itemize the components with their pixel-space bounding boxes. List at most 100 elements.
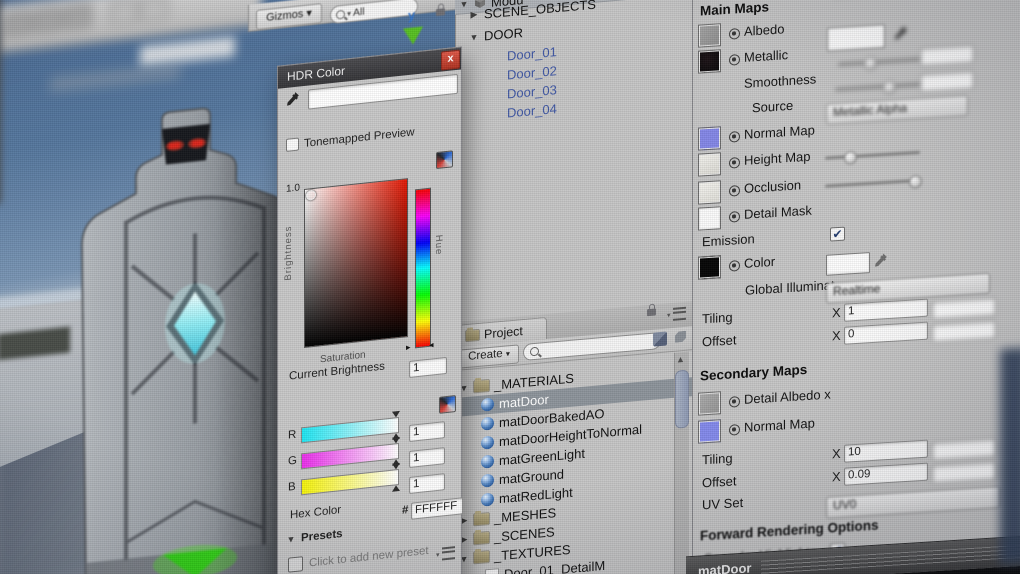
hue-marker-left-icon[interactable]: ▸ xyxy=(406,342,411,352)
tonemapped-preview-checkbox[interactable] xyxy=(286,137,299,152)
scale-tool-button[interactable] xyxy=(64,3,92,31)
secondary-offset-label: Offset xyxy=(702,473,737,491)
channel-r-field[interactable]: 1 xyxy=(409,421,445,442)
secondary-offset-x-label: X xyxy=(832,468,841,485)
inspector-panel: Main Maps Albedo Metallic Smoothness Sou… xyxy=(686,0,1020,574)
hue-axis-label: Hue xyxy=(433,234,444,256)
preview-material-title: matDoor xyxy=(698,560,752,574)
search-by-type-icon[interactable] xyxy=(653,331,667,347)
channel-g-field[interactable]: 1 xyxy=(409,447,445,468)
preset-menu-icon[interactable]: ▾ xyxy=(436,546,455,561)
panel-menu-icon[interactable]: ▾ xyxy=(667,306,686,322)
picker-marker[interactable] xyxy=(306,189,316,201)
foldout-open-icon: ▼ xyxy=(286,533,296,545)
albedo-texture-slot[interactable] xyxy=(698,23,721,48)
hdr-window-title: HDR Color xyxy=(287,63,346,84)
project-item-label: matDoor xyxy=(499,391,549,412)
hierarchy-project-column: ▼ Modu ▶ SCENE_OBJECTS ▼ DOOR Door_01 Do… xyxy=(455,0,702,574)
door-model-render xyxy=(80,98,292,574)
hue-marker-right-icon[interactable]: ◂ xyxy=(429,339,434,349)
secondary-tiling-x-label: X xyxy=(832,445,841,462)
close-icon[interactable]: x xyxy=(441,49,460,71)
hue-slider[interactable] xyxy=(415,187,431,349)
metallic-value-field[interactable] xyxy=(920,44,974,67)
project-tab-label: Project xyxy=(484,323,523,341)
offset-x-label: X xyxy=(832,327,841,344)
toolbar-button[interactable] xyxy=(110,0,138,26)
detail-mask-texture-slot[interactable] xyxy=(698,206,721,231)
scroll-up-icon[interactable]: ▲ xyxy=(676,354,685,365)
emission-label: Emission xyxy=(702,231,755,250)
rotate-tool-button[interactable] xyxy=(34,6,62,34)
folder-open-icon xyxy=(474,380,489,393)
y-axis-gizmo-cone[interactable] xyxy=(403,26,423,46)
offset-label: Offset xyxy=(702,332,737,350)
hex-color-label: Hex Color xyxy=(290,504,342,522)
brightness-max-label: 1.0 xyxy=(286,182,300,195)
folder-icon xyxy=(474,532,489,545)
unity-editor-screen: Gizmos ▾ ▾ All y HDR Color x Tonemapped … xyxy=(0,0,1020,574)
emission-checkbox[interactable]: ✔ xyxy=(830,226,845,242)
current-brightness-label: Current Brightness xyxy=(289,360,385,383)
eyedropper-icon[interactable] xyxy=(286,90,300,108)
eyedropper-icon[interactable] xyxy=(874,252,888,270)
saturation-brightness-picker[interactable] xyxy=(304,178,408,348)
smoothness-value-field[interactable] xyxy=(920,70,974,93)
axis-y-label: y xyxy=(408,7,416,24)
search-icon xyxy=(336,9,345,20)
source-label: Source xyxy=(752,97,794,116)
hdr-color-window: HDR Color x Tonemapped Preview 1.0 Brigh… xyxy=(277,46,463,574)
preset-add-icon xyxy=(288,556,303,573)
search-filter-arrow-icon: ▾ xyxy=(347,8,352,18)
occlusion-texture-slot[interactable] xyxy=(698,180,721,205)
add-preset-label: Click to add new preset xyxy=(309,544,429,569)
brightness-axis-label: Brightness xyxy=(283,225,294,282)
gizmos-label: Gizmos xyxy=(266,8,304,24)
secondary-normal-map-texture-slot[interactable] xyxy=(698,419,721,444)
presets-foldout[interactable]: ▼ Presets xyxy=(286,528,343,546)
albedo-label: Albedo xyxy=(744,21,785,39)
window-left-edge xyxy=(0,0,1,206)
lock-icon[interactable] xyxy=(647,308,656,317)
height-map-texture-slot[interactable] xyxy=(698,152,721,177)
tiling-x-label: X xyxy=(832,304,841,321)
current-brightness-field[interactable]: 1 xyxy=(409,356,447,378)
hierarchy-item-label: DOOR xyxy=(484,25,523,44)
move-tool-button[interactable] xyxy=(4,9,32,37)
texture-icon xyxy=(485,567,499,574)
create-label: Create xyxy=(468,347,503,363)
material-sphere-icon xyxy=(481,416,494,431)
add-preset-button[interactable]: Click to add new preset xyxy=(288,543,429,573)
emission-color-texture-slot[interactable] xyxy=(698,255,721,280)
metallic-label: Metallic xyxy=(744,47,789,65)
tonemapped-preview-row: Tonemapped Preview xyxy=(286,125,415,152)
hex-color-field[interactable]: FFFFFF xyxy=(411,497,463,520)
hex-prefix: # xyxy=(402,504,409,517)
scene-search-filter-label: All xyxy=(353,5,365,19)
material-sphere-icon xyxy=(481,473,494,488)
color-mode-cycle-icon[interactable] xyxy=(439,395,456,414)
color-mode-cycle-icon[interactable] xyxy=(436,150,453,170)
dropdown-arrow-icon: ▾ xyxy=(306,7,312,20)
scrollbar-thumb[interactable] xyxy=(675,369,689,429)
material-sphere-icon xyxy=(481,397,494,412)
foldout-open-icon: ▼ xyxy=(469,31,479,43)
channel-b-slider[interactable] xyxy=(301,462,400,496)
toolbar-button[interactable] xyxy=(140,0,168,23)
albedo-color-swatch[interactable] xyxy=(827,24,885,52)
emission-color-swatch[interactable] xyxy=(826,252,870,276)
detail-albedo-texture-slot[interactable] xyxy=(698,391,721,416)
channel-g-slider[interactable] xyxy=(301,436,400,470)
lock-icon[interactable] xyxy=(436,8,445,17)
material-sphere-icon xyxy=(481,435,494,450)
channel-r-slider[interactable] xyxy=(301,410,400,444)
search-icon xyxy=(530,346,539,357)
material-sphere-icon xyxy=(481,492,494,507)
normal-map-texture-slot[interactable] xyxy=(698,126,721,151)
hierarchy-item-label: Door_03 xyxy=(507,82,557,102)
metallic-texture-slot[interactable] xyxy=(698,49,721,74)
eyedropper-icon[interactable] xyxy=(894,25,908,43)
channel-b-field[interactable]: 1 xyxy=(409,473,445,494)
material-sphere-icon xyxy=(481,454,494,469)
presets-label: Presets xyxy=(301,527,343,545)
